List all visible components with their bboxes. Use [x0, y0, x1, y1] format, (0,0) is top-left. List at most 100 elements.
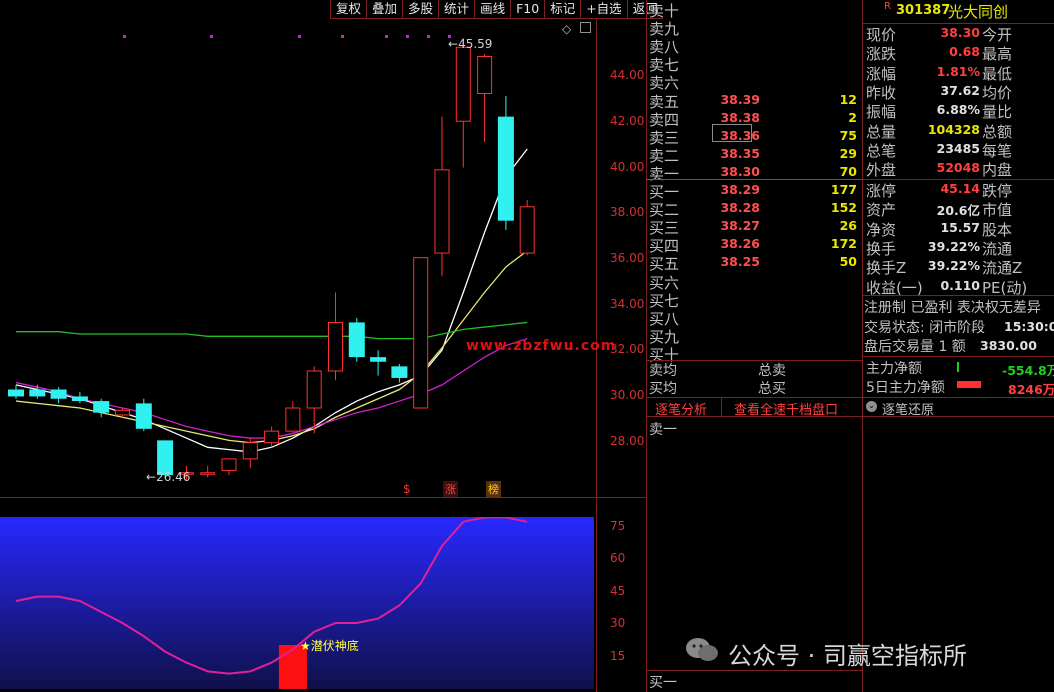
candlestick-chart[interactable]	[0, 19, 596, 497]
quote-row: 总笔 23485 每笔	[864, 140, 1054, 160]
after-hours-label: 盘后交易量 1 额	[864, 339, 966, 355]
candle-body	[71, 396, 88, 402]
ask-row[interactable]: 卖四 38.38 2	[646, 109, 860, 129]
indicator-divider	[0, 497, 646, 498]
stock-code[interactable]: 301387	[896, 3, 950, 18]
toolbar-restore-rights-button[interactable]: 复权	[330, 0, 367, 19]
bid-row[interactable]: 买九	[646, 326, 860, 346]
candle-body	[413, 257, 429, 409]
price-tick-label: 40.00	[610, 160, 645, 174]
quote-row: 总量 104328 总额	[864, 121, 1054, 141]
quote-row: 涨跌 0.68 最高	[864, 43, 1054, 63]
toolbar-multi-stock-button[interactable]: 多股	[402, 0, 439, 19]
top-marker-dot	[406, 35, 409, 38]
sell-avg-label: 卖均	[649, 363, 677, 379]
depth-price: 38.30	[720, 163, 760, 179]
marker-limit-up[interactable]: 涨	[443, 481, 458, 497]
ask-row[interactable]: 卖八	[646, 36, 860, 56]
buy-avg-label: 买均	[649, 381, 677, 397]
selected-price-box	[712, 124, 752, 142]
marker-dollar[interactable]: $	[403, 482, 411, 496]
quote-label: 净资	[866, 220, 897, 239]
depth-volume: 172	[830, 236, 857, 252]
total-sell-label: 总卖	[758, 363, 786, 379]
candle-body	[285, 407, 301, 432]
candle-body	[200, 472, 216, 475]
low-price-label: ←26.46	[146, 470, 191, 484]
candle-body	[221, 458, 237, 471]
quote-value: 6.88%	[936, 102, 980, 118]
after-hours-amount: 3830.00	[980, 338, 1037, 353]
toolbar-add-watchlist-button[interactable]: +自选	[580, 0, 627, 19]
candle-body	[135, 403, 152, 429]
quote-divider-5	[862, 416, 1054, 417]
toolbar-f10-button[interactable]: F10	[510, 0, 545, 19]
candle-body	[115, 409, 130, 416]
marker-rank-list[interactable]: 榜	[486, 481, 501, 497]
ma-line-1	[15, 250, 528, 444]
toolbar-mark-button[interactable]: 标记	[544, 0, 581, 19]
depth-volume: 29	[839, 145, 857, 161]
watermark-url: www.zbzfwu.com	[466, 338, 617, 354]
stock-name[interactable]: 光大同创	[948, 1, 1008, 22]
price-tick-label: 36.00	[610, 251, 645, 265]
chevron-down-icon[interactable]: ⌄	[866, 401, 877, 412]
depth-price: 38.35	[720, 145, 760, 161]
quote-row: 外盘 52048 内盘	[864, 159, 1054, 179]
candle-body	[306, 370, 322, 409]
bid-row[interactable]: 买六	[646, 272, 860, 292]
bid-row[interactable]: 买二 38.28 152	[646, 199, 860, 219]
osc-tick-label: 15	[610, 649, 626, 663]
oscillator-chart[interactable]	[0, 517, 596, 692]
margin-badge: R	[884, 1, 891, 12]
quote-row: 现价 38.30 今开	[864, 24, 1054, 44]
depth-price: 38.28	[720, 200, 760, 216]
bid-row[interactable]: 买四 38.26 172	[646, 235, 860, 255]
ask-row[interactable]: 卖七	[646, 54, 860, 74]
bid-row[interactable]: 买三 38.27 26	[646, 217, 860, 237]
quote-value: 23485	[936, 140, 981, 156]
ask-row[interactable]: 卖五 38.39 12	[646, 91, 860, 111]
quote-label: 昨收	[866, 83, 897, 102]
ask-row[interactable]: 卖六	[646, 72, 860, 92]
quote-value: 104328	[927, 121, 980, 137]
bottom-first-row: 买一	[649, 675, 677, 691]
low-price-value: 26.46	[156, 470, 191, 484]
toolbar-draw-line-button[interactable]: 画线	[474, 0, 511, 19]
candle-body	[348, 322, 365, 358]
quote-label-2: 总额	[982, 122, 1013, 141]
depth-volume: 2	[848, 109, 857, 125]
ask-row[interactable]: 卖二 38.35 29	[646, 145, 860, 165]
osc-tick-label: 60	[610, 551, 626, 565]
candle-body	[434, 169, 450, 254]
quote-row: 换手 39.22% 流通	[864, 238, 1054, 258]
chart-toolbar: 复权 叠加 多股 统计 画线 F10 标记 +自选 返回	[330, 0, 663, 19]
bid-row[interactable]: 买八	[646, 308, 860, 328]
trade-status-label: 交易状态: 闭市阶段	[864, 320, 986, 336]
total-buy-label: 总买	[758, 381, 786, 397]
chart-axis-divider	[596, 19, 597, 692]
bid-row[interactable]: 买五 38.25 50	[646, 253, 860, 273]
ask-row[interactable]: 卖十	[646, 0, 860, 20]
quote-row: 净资 15.57 股本	[864, 219, 1054, 239]
quote-row: 涨幅 1.81% 最低	[864, 63, 1054, 83]
quote-divider-2	[862, 295, 1054, 296]
quote-row: 换手Z 39.22% 流通Z	[864, 257, 1054, 277]
quote-value: 39.22%	[927, 238, 980, 254]
bid-row[interactable]: 买七	[646, 290, 860, 310]
tick-first-row: 卖一	[649, 422, 677, 438]
quote-label-2: 流通	[982, 239, 1013, 258]
ask-row[interactable]: 卖三 38.36 75	[646, 127, 860, 147]
ask-row[interactable]: 卖九	[646, 18, 860, 38]
quote-divider-4	[862, 397, 1054, 398]
quote-label: 资产	[866, 201, 897, 220]
top-marker-dot	[427, 35, 430, 38]
osc-tick-label: 75	[610, 519, 626, 533]
quote-row: 振幅 6.88% 量比	[864, 101, 1054, 121]
depth-volume: 12	[839, 91, 857, 107]
toolbar-statistics-button[interactable]: 统计	[438, 0, 475, 19]
toolbar-overlay-button[interactable]: 叠加	[366, 0, 403, 19]
price-tick-label: 44.00	[610, 68, 645, 82]
bid-row[interactable]: 买一 38.29 177	[646, 181, 860, 201]
ask-bid-separator	[646, 179, 862, 180]
